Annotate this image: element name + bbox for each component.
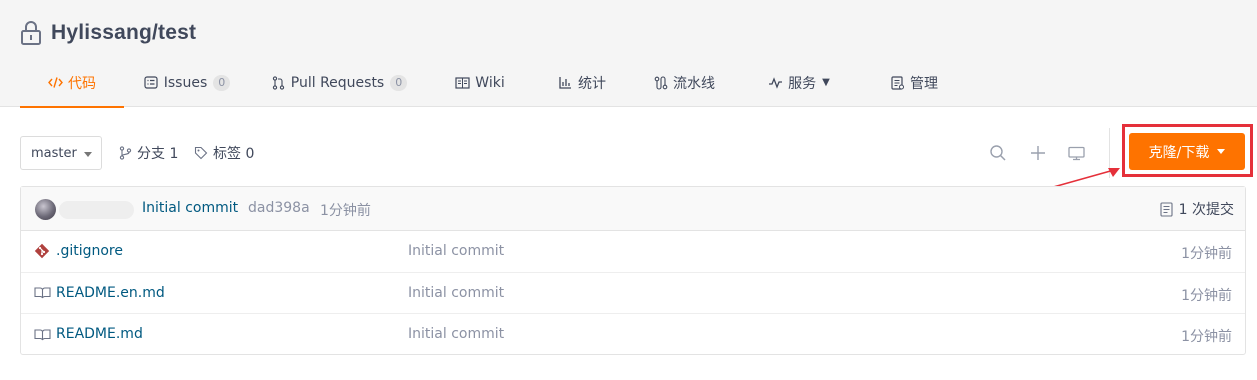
file-row[interactable]: README.md Initial commit 1分钟前 [21,314,1245,356]
repo-header: Hylissang/test 代码 Issues 0 Pull Requests… [0,0,1257,108]
file-row[interactable]: .gitignore Initial commit 1分钟前 [21,231,1245,273]
commit-time: 1分钟前 [320,203,371,219]
latest-commit-bar: Initial commit dad398a 1分钟前 1 次提交 [21,187,1245,231]
file-row[interactable]: README.en.md Initial commit 1分钟前 [21,273,1245,314]
repo-tabs: 代码 Issues 0 Pull Requests 0 Wiki 统计 流水线 … [20,58,966,108]
branch-icon [119,146,132,160]
pipeline-icon [653,75,668,90]
file-commit-time: 1分钟前 [1181,246,1232,262]
caret-down-icon [1217,149,1226,154]
book-icon [33,326,51,342]
plus-icon[interactable] [1028,143,1048,163]
tab-pipeline[interactable]: 流水线 [632,58,736,107]
code-icon [48,75,63,90]
tab-label: 统计 [578,75,606,92]
book-icon [33,285,51,301]
clone-download-label: 克隆/下载 [1148,144,1210,161]
tab-label: 代码 [68,75,96,92]
tab-label: 流水线 [673,75,715,92]
commits-icon [1160,201,1173,217]
tab-label: 服务 [788,75,817,92]
monitor-icon[interactable] [1066,143,1086,163]
lock-icon [21,21,41,45]
commit-message-link[interactable]: Initial commit [142,200,238,216]
tag-icon [194,146,208,160]
branches-link[interactable]: 分支 1 [119,136,178,170]
caret-down-icon [84,152,92,157]
issues-count-badge: 0 [213,74,231,91]
stats-icon [558,75,573,90]
file-commit-time: 1分钟前 [1181,329,1232,345]
tab-services[interactable]: 服务 ▼ [736,58,862,107]
issues-icon [144,75,159,90]
tab-label: 管理 [910,75,938,92]
tags-link[interactable]: 标签 0 [194,136,254,170]
commit-sha[interactable]: dad398a [248,200,310,216]
author-name-redacted [59,201,134,219]
file-list: Initial commit dad398a 1分钟前 1 次提交 .gitig… [20,186,1246,355]
pull-request-icon [271,75,286,90]
tab-issues[interactable]: Issues 0 [124,58,250,107]
tab-label: Issues [163,74,208,91]
tab-label: Pull Requests [290,74,385,91]
service-icon [768,75,783,90]
branches-label: 分支 1 [137,146,179,162]
tab-pull-requests[interactable]: Pull Requests 0 [250,58,428,107]
chevron-down-icon: ▼ [822,77,830,88]
file-name-link[interactable]: README.md [56,326,143,342]
tab-manage[interactable]: 管理 [862,58,966,107]
tab-code[interactable]: 代码 [20,58,124,108]
file-commit-message[interactable]: Initial commit [408,326,504,342]
pull-requests-count-badge: 0 [390,74,408,91]
commit-count-link[interactable]: 1 次提交 [1160,199,1234,219]
file-name-link[interactable]: README.en.md [56,285,165,301]
tab-stats[interactable]: 统计 [532,58,632,107]
file-commit-message[interactable]: Initial commit [408,285,504,301]
commit-count-label: 1 次提交 [1178,202,1234,218]
repo-name[interactable]: Hylissang/test [51,21,196,45]
file-commit-time: 1分钟前 [1181,287,1232,304]
file-commit-message[interactable]: Initial commit [408,243,504,259]
git-file-icon [33,243,51,259]
file-name-link[interactable]: .gitignore [56,243,123,259]
branch-select-value: master [31,145,77,161]
clone-download-button[interactable]: 克隆/下载 [1129,133,1245,170]
search-icon[interactable] [988,143,1008,163]
tab-wiki[interactable]: Wiki [428,58,532,107]
branch-select[interactable]: master [20,136,102,170]
tab-label: Wiki [475,74,505,91]
tags-label: 标签 0 [213,146,255,162]
repo-title-bar: Hylissang/test [20,18,196,48]
manage-icon [890,75,905,90]
avatar[interactable] [35,199,56,220]
wiki-icon [455,75,470,90]
